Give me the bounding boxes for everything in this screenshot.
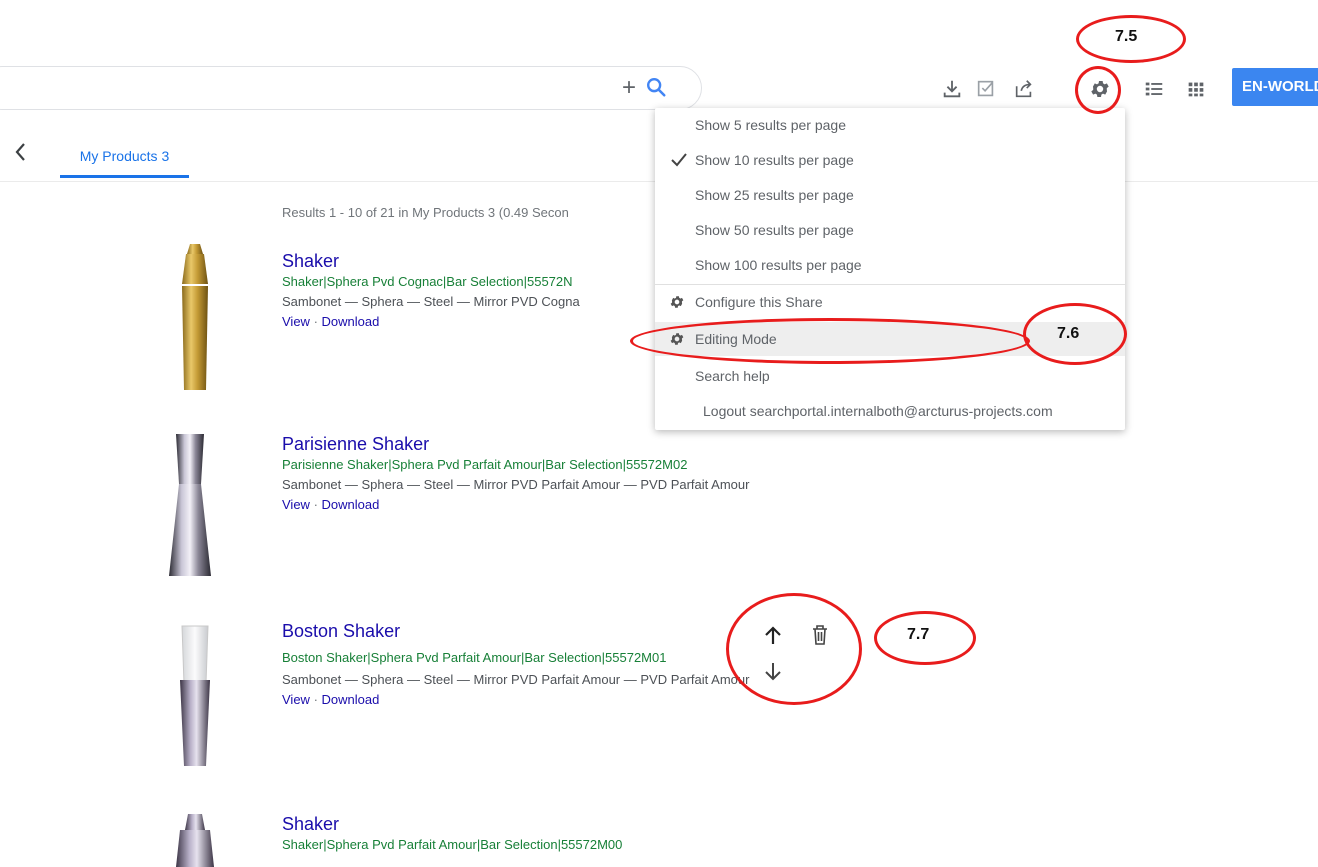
annotation-label: 7.6 [1057, 325, 1080, 342]
menu-item-label: Show 5 results per page [695, 117, 846, 133]
menu-item-search-help[interactable]: Search help [655, 359, 1125, 393]
menu-item-show-25[interactable]: Show 25 results per page [655, 178, 1125, 212]
link-separator: · [309, 314, 322, 329]
grid-view-icon[interactable] [1185, 78, 1207, 100]
result-description: Sambonet — Sphera — Steel — Mirror PVD P… [282, 477, 750, 492]
view-link[interactable]: View [282, 692, 310, 707]
menu-item-show-5[interactable]: Show 5 results per page [655, 108, 1125, 142]
language-button[interactable]: EN-WORLD [1232, 68, 1318, 106]
menu-item-label: Show 10 results per page [695, 152, 854, 168]
result-description: Sambonet — Sphera — Steel — Mirror PVD P… [282, 672, 750, 687]
results-info: Results 1 - 10 of 21 in My Products 3 (0… [282, 205, 569, 220]
share-icon[interactable] [1013, 78, 1035, 100]
menu-item-label: Show 50 results per page [695, 222, 854, 238]
checkmark-icon [671, 153, 687, 167]
result-item: Shaker Shaker|Sphera Pvd Parfait Amour|B… [282, 813, 842, 855]
download-link[interactable]: Download [322, 497, 380, 512]
annotation-label: 7.5 [1115, 28, 1138, 45]
result-title[interactable]: Boston Shaker [282, 620, 762, 642]
menu-item-logout[interactable]: Logout searchportal.internalboth@arcturu… [655, 394, 1125, 428]
product-thumbnail[interactable] [170, 240, 220, 395]
chevron-left-icon[interactable] [12, 141, 28, 163]
menu-item-label: Show 25 results per page [695, 187, 854, 203]
search-input[interactable] [0, 66, 702, 110]
menu-item-show-100[interactable]: Show 100 results per page [655, 248, 1125, 282]
result-url: Shaker|Sphera Pvd Parfait Amour|Bar Sele… [282, 837, 623, 852]
link-separator: · [309, 692, 322, 707]
settings-menu: Show 5 results per page Show 10 results … [655, 108, 1125, 430]
product-thumbnail[interactable] [170, 620, 220, 770]
link-separator: · [309, 497, 322, 512]
view-link[interactable]: View [282, 314, 310, 329]
menu-item-show-10[interactable]: Show 10 results per page [655, 143, 1125, 177]
checklist-icon[interactable] [975, 78, 997, 100]
menu-item-show-50[interactable]: Show 50 results per page [655, 213, 1125, 247]
menu-item-label: Logout searchportal.internalboth@arcturu… [703, 403, 1053, 419]
annotation-ellipse [726, 593, 862, 705]
annotation-ellipse [630, 318, 1030, 364]
result-title[interactable]: Shaker [282, 813, 842, 835]
list-view-icon[interactable] [1143, 78, 1165, 100]
search-icon[interactable] [645, 76, 667, 98]
result-title[interactable]: Parisienne Shaker [282, 433, 842, 455]
download-link[interactable]: Download [322, 692, 380, 707]
product-thumbnail[interactable] [160, 430, 220, 580]
result-url: Parisienne Shaker|Sphera Pvd Parfait Amo… [282, 457, 688, 472]
menu-item-label: Search help [695, 368, 770, 384]
menu-item-label: Show 100 results per page [695, 257, 862, 273]
download-link[interactable]: Download [322, 314, 380, 329]
product-thumbnail[interactable] [170, 810, 220, 867]
view-link[interactable]: View [282, 497, 310, 512]
download-icon[interactable] [941, 78, 963, 100]
annotation-ellipse [1075, 66, 1121, 114]
result-item: Boston Shaker Boston Shaker|Sphera Pvd P… [282, 620, 762, 710]
plus-icon[interactable]: + [622, 76, 636, 100]
tab-my-products[interactable]: My Products 3 [60, 144, 189, 178]
result-url: Boston Shaker|Sphera Pvd Parfait Amour|B… [282, 650, 667, 665]
result-item: Parisienne Shaker Parisienne Shaker|Sphe… [282, 433, 842, 515]
annotation-label: 7.7 [907, 626, 930, 643]
menu-item-label: Configure this Share [695, 294, 823, 310]
gear-icon [670, 296, 684, 308]
